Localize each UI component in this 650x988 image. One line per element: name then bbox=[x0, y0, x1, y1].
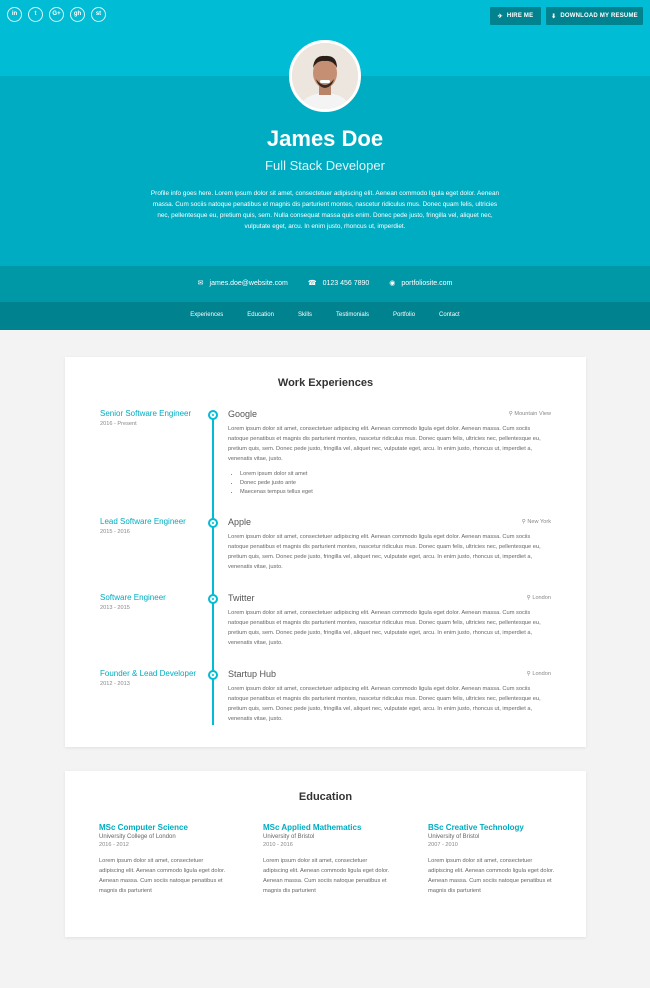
job-role: Lead Software Engineer bbox=[100, 517, 186, 526]
stack-overflow-icon[interactable]: st bbox=[91, 7, 106, 22]
nav-item-experiences[interactable]: Experiences bbox=[190, 312, 223, 318]
experience-section: Work Experiences Senior Software Enginee… bbox=[65, 357, 586, 747]
job-description: Lorem ipsum dolor sit amet, consectetuer… bbox=[228, 686, 541, 722]
contact-email[interactable]: ✉ james.doe@website.com bbox=[197, 279, 288, 288]
education-item: MSc Applied Mathematics University of Br… bbox=[263, 823, 423, 896]
job-location: ⚲ London bbox=[527, 671, 551, 677]
experience-title: Work Experiences bbox=[277, 377, 374, 389]
job-bullet: Maecenas tempus tellus eget bbox=[240, 488, 313, 497]
phone-icon: ☎ bbox=[307, 280, 317, 287]
nav-item-skills[interactable]: Skills bbox=[298, 312, 312, 318]
job-company: Google bbox=[228, 409, 258, 419]
education-school: University of Bristol bbox=[428, 834, 480, 840]
job-description: Lorem ipsum dolor sit amet, consectetuer… bbox=[228, 610, 541, 646]
timeline-dot bbox=[208, 410, 218, 420]
avatar-photo bbox=[292, 43, 358, 109]
download-resume-label: DOWNLOAD MY RESUME bbox=[560, 13, 638, 19]
contact-list: ✉ james.doe@website.com ☎ 0123 456 7890 … bbox=[0, 279, 650, 288]
social-links: in t G+ gh st bbox=[7, 7, 106, 22]
hire-me-button[interactable]: ✈ HIRE ME bbox=[490, 7, 541, 25]
contact-website[interactable]: ◉ portfoliosite.com bbox=[389, 279, 453, 288]
download-resume-button[interactable]: ⬇ DOWNLOAD MY RESUME bbox=[546, 7, 643, 25]
job-role: Founder & Lead Developer bbox=[100, 669, 197, 678]
avatar bbox=[289, 40, 361, 112]
main-nav: Experiences Education Skills Testimonial… bbox=[0, 312, 650, 318]
job-location-text: Mountain View bbox=[514, 411, 551, 417]
job-period: 2016 - Present bbox=[100, 421, 137, 427]
profile-title: Full Stack Developer bbox=[265, 158, 385, 173]
profile-name: James Doe bbox=[266, 126, 384, 151]
education-school: University of Bristol bbox=[263, 834, 315, 840]
hire-me-label: HIRE ME bbox=[506, 13, 534, 19]
linkedin-icon[interactable]: in bbox=[7, 7, 22, 22]
education-years: 2016 - 2012 bbox=[99, 842, 129, 848]
job-company: Twitter bbox=[228, 593, 255, 603]
job-period: 2013 - 2015 bbox=[100, 605, 130, 611]
nav-item-testimonials[interactable]: Testimonials bbox=[336, 312, 369, 318]
job-bullets: Lorem ipsum dolor sit amet Donec pede ju… bbox=[240, 470, 313, 497]
contact-phone[interactable]: ☎ 0123 456 7890 bbox=[307, 279, 370, 288]
education-text: Lorem ipsum dolor sit amet, consectetuer… bbox=[263, 858, 390, 894]
job-location-text: London bbox=[532, 671, 551, 677]
job-location: ⚲ London bbox=[527, 595, 551, 601]
download-icon: ⬇ bbox=[551, 13, 557, 20]
job-location: ⚲ Mountain View bbox=[509, 411, 551, 417]
nav-item-education[interactable]: Education bbox=[247, 312, 274, 318]
job-bullet: Lorem ipsum dolor sit amet bbox=[240, 470, 313, 479]
job-role: Senior Software Engineer bbox=[100, 409, 192, 418]
envelope-icon: ✉ bbox=[197, 280, 204, 287]
job-period: 2015 - 2016 bbox=[100, 529, 130, 535]
education-item: BSc Creative Technology University of Br… bbox=[428, 823, 588, 896]
github-icon[interactable]: gh bbox=[70, 7, 85, 22]
google-plus-icon[interactable]: G+ bbox=[49, 7, 64, 22]
timeline-dot bbox=[208, 670, 218, 680]
education-years: 2010 - 2016 bbox=[263, 842, 293, 848]
job-bullet: Donec pede justo ante bbox=[240, 479, 313, 488]
phone-text: 0123 456 7890 bbox=[322, 279, 370, 287]
education-degree: MSc Applied Mathematics bbox=[263, 823, 362, 832]
email-text: james.doe@website.com bbox=[209, 279, 288, 287]
education-degree: BSc Creative Technology bbox=[428, 823, 524, 832]
profile-bio: Profile info goes here. Lorem ipsum dolo… bbox=[150, 190, 500, 230]
job-location-text: New York bbox=[527, 519, 551, 525]
education-degree: MSc Computer Science bbox=[99, 823, 188, 832]
website-text: portfoliosite.com bbox=[401, 279, 453, 287]
nav-item-portfolio[interactable]: Portfolio bbox=[393, 312, 415, 318]
job-description: Lorem ipsum dolor sit amet, consectetuer… bbox=[228, 534, 541, 570]
paper-plane-icon: ✈ bbox=[497, 13, 503, 20]
job-location-text: London bbox=[532, 595, 551, 601]
education-title: Education bbox=[298, 791, 353, 803]
nav-item-contact[interactable]: Contact bbox=[439, 312, 460, 318]
education-item: MSc Computer Science University College … bbox=[99, 823, 259, 896]
job-company: Startup Hub bbox=[228, 669, 277, 679]
timeline-dot bbox=[208, 518, 218, 528]
job-period: 2012 - 2013 bbox=[100, 681, 130, 687]
education-school: University College of London bbox=[99, 834, 176, 840]
timeline-dot bbox=[208, 594, 218, 604]
globe-icon: ◉ bbox=[389, 280, 396, 287]
education-years: 2007 - 2010 bbox=[428, 842, 458, 848]
education-section: Education MSc Computer Science Universit… bbox=[65, 771, 586, 937]
job-location: ⚲ New York bbox=[522, 519, 551, 525]
twitter-icon[interactable]: t bbox=[28, 7, 43, 22]
education-text: Lorem ipsum dolor sit amet, consectetuer… bbox=[99, 858, 226, 894]
job-role: Software Engineer bbox=[100, 593, 166, 602]
job-description: Lorem ipsum dolor sit amet, consectetuer… bbox=[228, 426, 541, 462]
education-text: Lorem ipsum dolor sit amet, consectetuer… bbox=[428, 858, 555, 894]
job-company: Apple bbox=[228, 517, 252, 527]
